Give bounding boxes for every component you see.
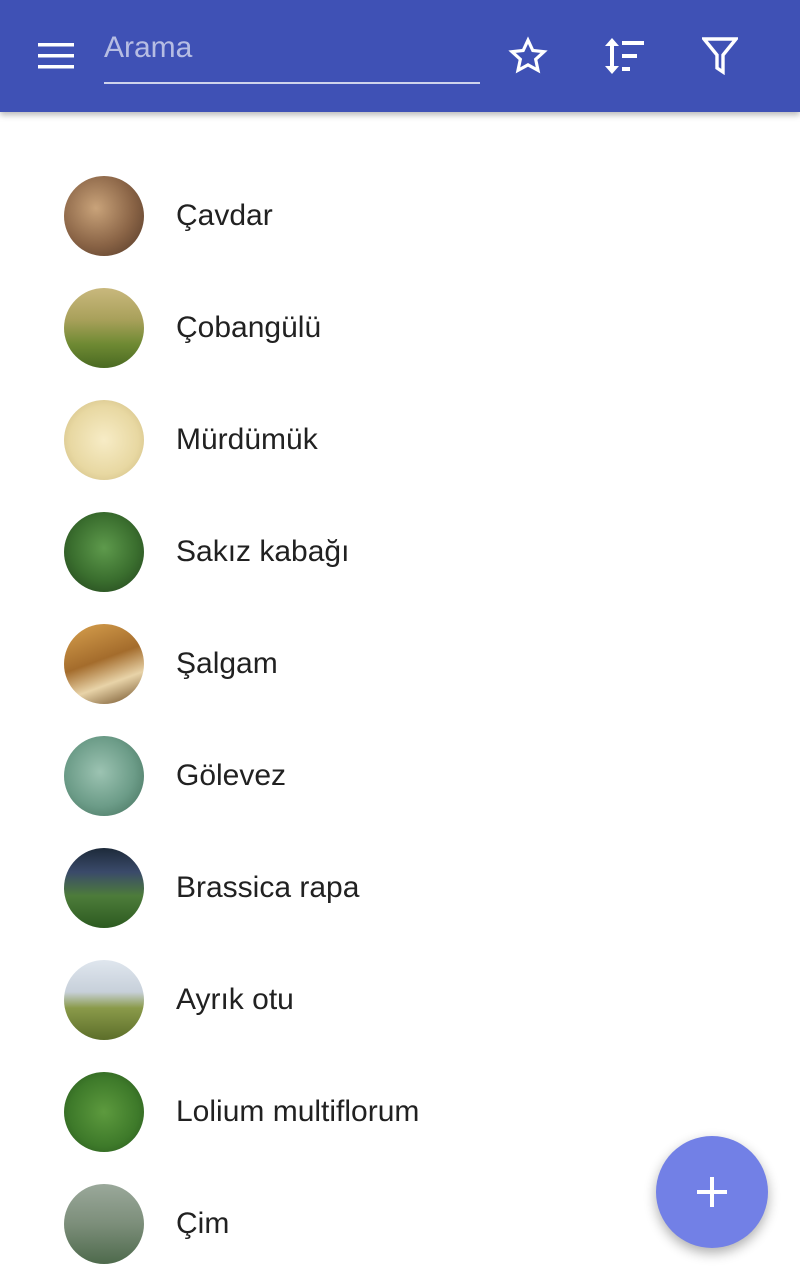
list-item[interactable]: Gölevez bbox=[0, 720, 800, 832]
list-item[interactable]: Mürdümük bbox=[0, 384, 800, 496]
plant-thumbnail bbox=[64, 624, 144, 704]
plant-thumbnail bbox=[64, 1184, 144, 1264]
search-input[interactable] bbox=[104, 24, 480, 72]
plant-name: Çim bbox=[176, 1207, 230, 1240]
list-item[interactable]: Ayrık otu bbox=[0, 944, 800, 1056]
list-item[interactable]: Çobangülü bbox=[0, 272, 800, 384]
plant-thumbnail bbox=[64, 400, 144, 480]
menu-button[interactable] bbox=[20, 20, 92, 92]
plant-name: Gölevez bbox=[176, 759, 287, 792]
list-item[interactable]: Brassica rapa bbox=[0, 832, 800, 944]
plus-icon bbox=[697, 1177, 727, 1207]
add-button[interactable] bbox=[656, 1136, 768, 1248]
sort-icon bbox=[605, 38, 644, 74]
plant-thumbnail bbox=[64, 848, 144, 928]
app-bar bbox=[0, 0, 800, 112]
list-item[interactable]: Çavdar bbox=[0, 160, 800, 272]
list-item[interactable]: Şalgam bbox=[0, 608, 800, 720]
list-item[interactable]: Sakız kabağı bbox=[0, 496, 800, 608]
plant-name: Lolium multiflorum bbox=[176, 1095, 420, 1128]
favorites-button[interactable] bbox=[492, 20, 564, 92]
plant-thumbnail bbox=[64, 176, 144, 256]
filter-button[interactable] bbox=[684, 20, 756, 92]
search-field bbox=[104, 24, 480, 84]
plant-thumbnail bbox=[64, 960, 144, 1040]
menu-icon bbox=[38, 43, 74, 69]
filter-icon bbox=[702, 37, 738, 75]
plant-name: Şalgam bbox=[176, 647, 278, 680]
plant-thumbnail bbox=[64, 736, 144, 816]
plant-name: Çobangülü bbox=[176, 311, 322, 344]
sort-button[interactable] bbox=[588, 20, 660, 92]
star-outline-icon bbox=[508, 36, 548, 74]
plant-name: Ayrık otu bbox=[176, 983, 294, 1016]
plant-name: Mürdümük bbox=[176, 423, 318, 456]
plant-thumbnail bbox=[64, 288, 144, 368]
plant-thumbnail bbox=[64, 1072, 144, 1152]
plant-thumbnail bbox=[64, 512, 144, 592]
plant-name: Çavdar bbox=[176, 199, 273, 232]
plant-list: Çavdar Çobangülü Mürdümük Sakız kabağı Şalga… bbox=[0, 112, 800, 1280]
plant-name: Sakız kabağı bbox=[176, 535, 350, 568]
plant-name: Brassica rapa bbox=[176, 871, 360, 904]
